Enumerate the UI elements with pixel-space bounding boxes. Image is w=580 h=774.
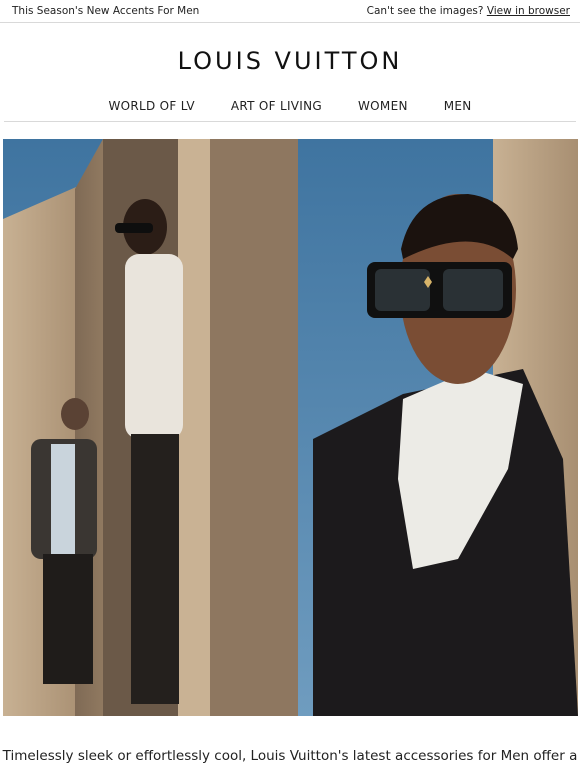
nav-item-art-of-living[interactable]: ART OF LIVING (231, 99, 322, 113)
middle-figure-jacket (125, 254, 183, 439)
nav-item-men[interactable]: MEN (444, 99, 472, 113)
preheader-bar: This Season's New Accents For Men Can't … (0, 0, 580, 23)
body-caption: Timelessly sleek or effortlessly cool, L… (2, 748, 578, 764)
nav-item-world-of-lv[interactable]: WORLD OF LV (108, 99, 194, 113)
brand-logo[interactable]: LOUIS VUITTON (178, 47, 403, 75)
right-figure-lens-right (443, 269, 503, 311)
middle-figure-legs (131, 434, 179, 704)
hero-illustration (3, 139, 578, 716)
main-nav: WORLD OF LV ART OF LIVING WOMEN MEN (4, 91, 576, 122)
right-figure-lens-left (375, 269, 430, 311)
header: LOUIS VUITTON (0, 23, 580, 91)
left-figure-head (61, 398, 89, 430)
left-figure-legs (43, 554, 93, 684)
nav-item-women[interactable]: WOMEN (358, 99, 408, 113)
center-pillar (178, 139, 210, 716)
center-pillar-face (210, 139, 298, 716)
preheader-question: Can't see the images? (366, 5, 484, 17)
preheader-text: This Season's New Accents For Men (12, 5, 200, 17)
view-in-browser-link[interactable]: View in browser (487, 5, 570, 17)
hero-image[interactable] (3, 139, 578, 716)
preheader-right: Can't see the images? View in browser (367, 5, 570, 17)
middle-figure-sunglasses (115, 223, 153, 233)
left-figure-shirt (51, 444, 75, 554)
